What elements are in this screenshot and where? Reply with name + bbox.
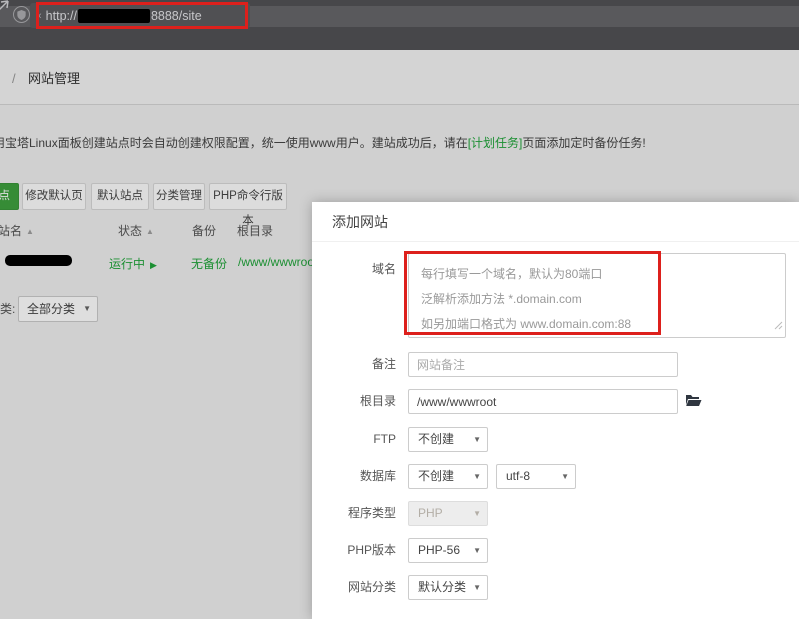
resize-handle-icon[interactable] [774,317,783,335]
charset-select[interactable]: utf-8 ▼ [496,464,576,489]
modal-title: 添加网站 [312,202,799,242]
apptype-select-disabled: PHP ▼ [408,501,488,526]
database-label: 数据库 [312,464,396,489]
sitecategory-select[interactable]: 默认分类 ▼ [408,575,488,600]
sitecategory-label: 网站分类 [312,575,396,600]
cursor-icon [0,0,9,19]
rootdir-input[interactable] [408,389,678,414]
folder-icon[interactable] [685,393,702,412]
database-select[interactable]: 不创建 ▼ [408,464,488,489]
domain-placeholder-line: 每行填写一个域名，默认为80端口 [421,262,773,287]
apptype-label: 程序类型 [312,501,396,526]
url-suffix: 8888/site [151,9,202,23]
chevron-down-icon: ▼ [473,576,481,599]
domain-placeholder-line: 如另加端口格式为 www.domain.com:88 [421,312,773,337]
remark-label: 备注 [312,352,396,377]
domain-label: 域名 [312,257,396,282]
ftp-label: FTP [312,427,396,452]
address-bar[interactable]: ‹ http:// 8888/site [30,3,250,28]
rootdir-label: 根目录 [312,389,396,414]
chevron-down-icon: ▼ [473,502,481,525]
chevron-down-icon: ▼ [473,465,481,488]
phpversion-label: PHP版本 [312,538,396,563]
shield-icon[interactable] [13,6,30,23]
url-redaction-bar [78,9,150,23]
add-website-modal: 添加网站 域名 每行填写一个域名，默认为80端口 泛解析添加方法 *.domai… [312,202,799,619]
ftp-select[interactable]: 不创建 ▼ [408,427,488,452]
browser-toolbar: ‹ http:// 8888/site [0,0,799,50]
chevron-down-icon: ▼ [473,539,481,562]
url-bookmark-icon: ‹ [38,10,42,22]
remark-input[interactable] [408,352,678,377]
url-prefix: http:// [46,9,77,23]
domain-textarea[interactable]: 每行填写一个域名，默认为80端口 泛解析添加方法 *.domain.com 如另… [408,253,786,338]
phpversion-select[interactable]: PHP-56 ▼ [408,538,488,563]
chevron-down-icon: ▼ [473,428,481,451]
chevron-down-icon: ▼ [561,465,569,488]
domain-placeholder-line: 泛解析添加方法 *.domain.com [421,287,773,312]
